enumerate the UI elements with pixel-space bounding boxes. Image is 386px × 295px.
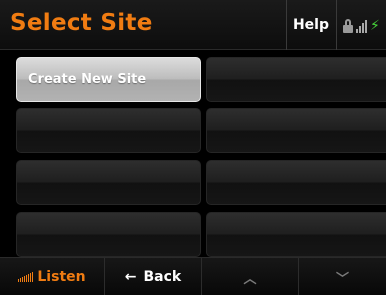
footer-bar: Listen ← Back ︿ ﹀ — [0, 257, 386, 295]
chevron-up-icon: ︿ — [243, 271, 257, 287]
left-arrow-icon: ← — [124, 269, 137, 285]
site-tile[interactable] — [206, 108, 386, 153]
header-divider — [336, 0, 337, 50]
create-new-site-button[interactable]: Create New Site — [16, 57, 201, 102]
audio-bars-icon — [18, 272, 34, 282]
status-icons: ⚡ — [343, 17, 380, 33]
back-button[interactable]: ← Back — [105, 258, 201, 295]
tile-label: Create New Site — [28, 72, 147, 87]
site-tile[interactable] — [16, 160, 201, 205]
site-grid: Create New Site — [0, 50, 386, 257]
scroll-up-button[interactable]: ︿ — [202, 258, 298, 295]
scroll-down-button[interactable]: ﹀ — [299, 258, 386, 295]
page-title: Select Site — [10, 10, 153, 36]
help-button[interactable]: Help — [286, 0, 336, 50]
listen-label: Listen — [37, 269, 86, 285]
charging-bolt-icon: ⚡ — [370, 18, 380, 34]
site-tile[interactable] — [206, 57, 386, 102]
lock-icon — [343, 19, 353, 33]
listen-button[interactable]: Listen — [0, 258, 104, 295]
chevron-down-icon: ﹀ — [335, 271, 349, 287]
header-bar: Select Site Help ⚡ — [0, 0, 386, 50]
site-tile[interactable] — [206, 160, 386, 205]
site-tile[interactable] — [206, 212, 386, 257]
site-tile[interactable] — [16, 212, 201, 257]
back-label: Back — [143, 269, 182, 285]
signal-bars-icon — [356, 19, 367, 33]
site-tile[interactable] — [16, 108, 201, 153]
